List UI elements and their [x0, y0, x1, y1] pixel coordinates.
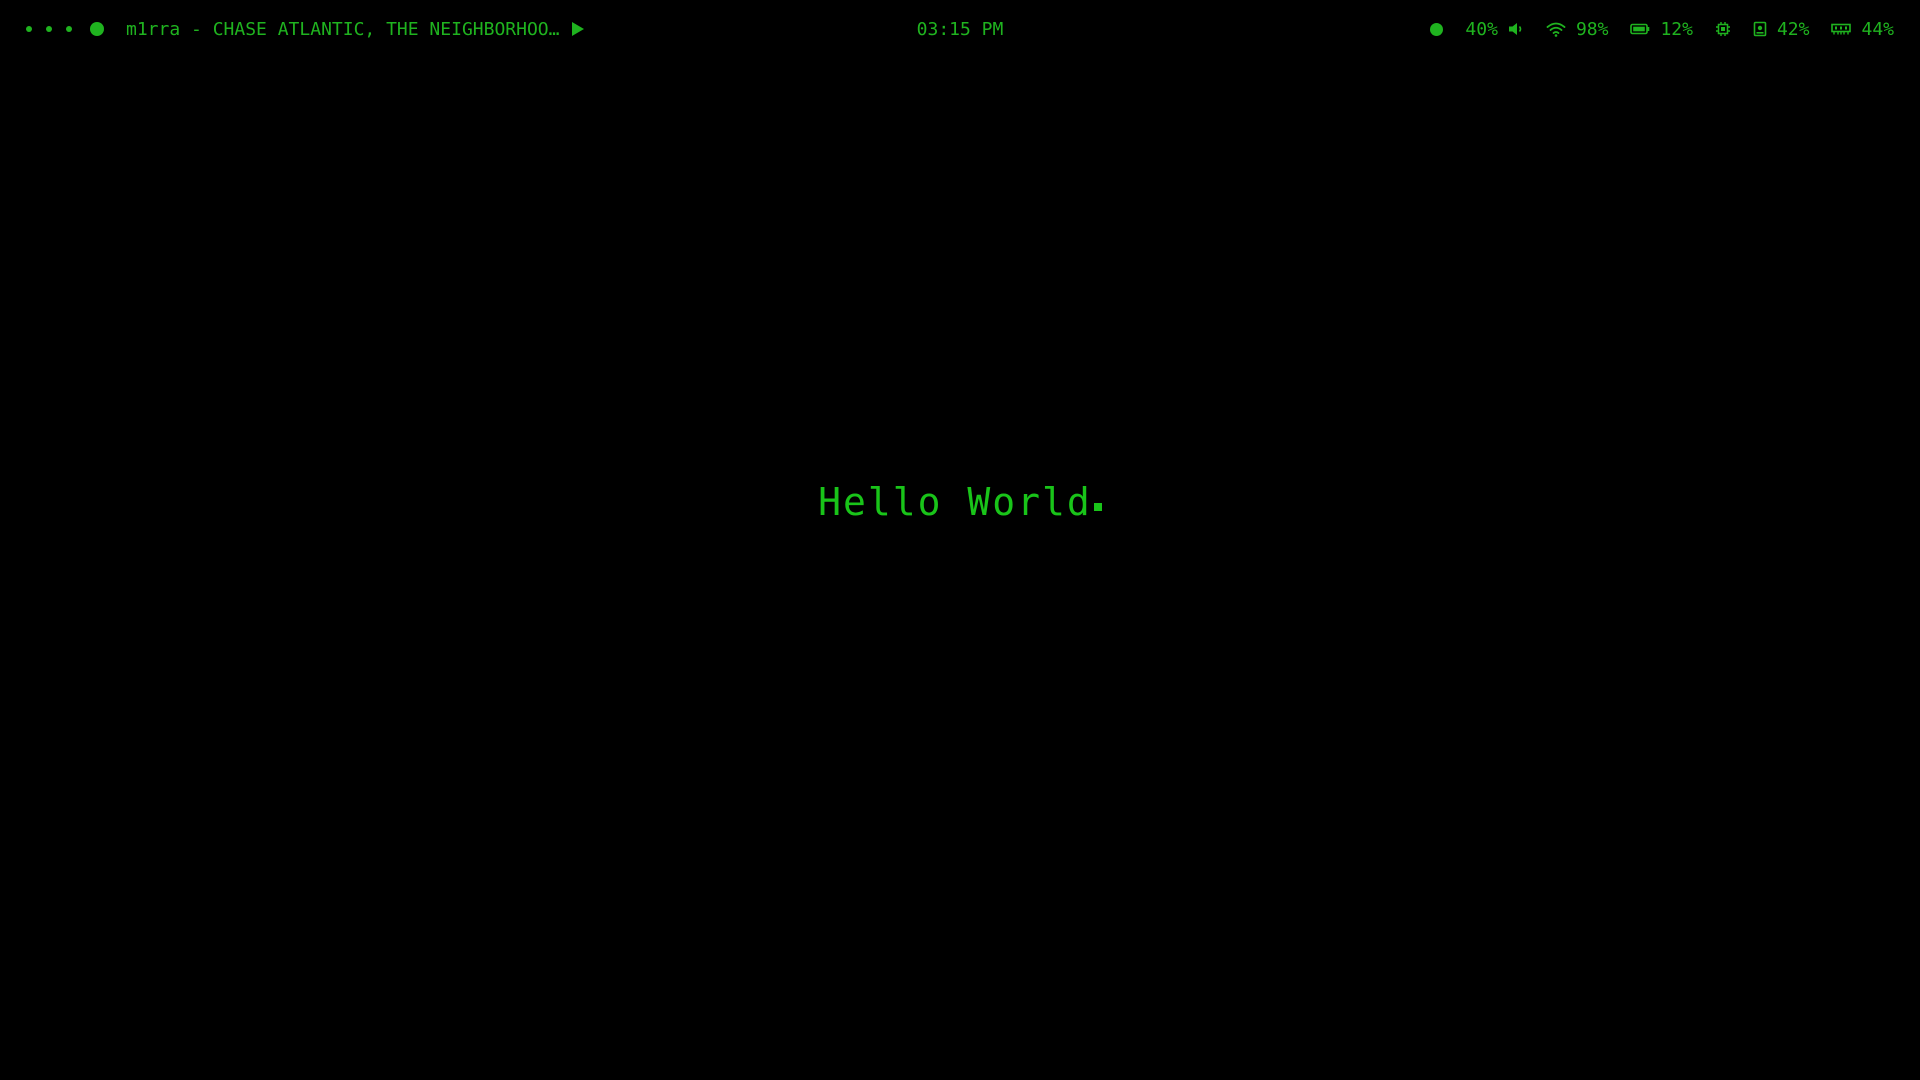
- disk-icon: [1753, 21, 1767, 37]
- cpu-status[interactable]: [1715, 21, 1731, 37]
- battery-status[interactable]: 12%: [1630, 19, 1693, 40]
- greeting-text: Hello World: [818, 480, 1092, 524]
- text-cursor: [1093, 503, 1102, 511]
- volume-value: 40%: [1465, 18, 1498, 40]
- memory-status[interactable]: 44%: [1831, 19, 1894, 40]
- workspace-2[interactable]: [46, 26, 52, 32]
- play-button[interactable]: [571, 21, 585, 37]
- media-title[interactable]: m1rra - CHASE ATLANTIC, THE NEIGHBORHOO…: [126, 19, 559, 40]
- hello-world-text: Hello World: [0, 480, 1920, 524]
- memory-value: 44%: [1861, 18, 1894, 40]
- wifi-value: 98%: [1575, 18, 1609, 40]
- battery-value: 12%: [1660, 18, 1693, 40]
- record-dot-icon: [1430, 22, 1444, 36]
- clock[interactable]: 03:15 PM: [917, 0, 1004, 58]
- play-icon: [572, 22, 585, 36]
- memory-icon: [1831, 22, 1852, 36]
- speaker-icon: [1508, 21, 1524, 37]
- media-player: m1rra - CHASE ATLANTIC, THE NEIGHBORHOO…: [126, 19, 585, 40]
- workspace-indicators: [26, 22, 104, 36]
- disk-status[interactable]: 42%: [1753, 18, 1810, 40]
- workspace-3[interactable]: [66, 26, 72, 32]
- disk-value: 42%: [1776, 18, 1810, 40]
- volume-status[interactable]: 40%: [1465, 19, 1524, 40]
- battery-icon: [1630, 23, 1650, 35]
- wifi-icon: [1546, 21, 1566, 37]
- workspace-1[interactable]: [26, 26, 32, 32]
- wifi-status[interactable]: 98%: [1546, 18, 1609, 40]
- workspace-4-active[interactable]: [90, 22, 104, 36]
- cpu-icon: [1715, 21, 1731, 37]
- status-area: 40% 98% 12% 42% 44%: [1430, 19, 1894, 40]
- top-bar: m1rra - CHASE ATLANTIC, THE NEIGHBORHOO……: [0, 0, 1920, 58]
